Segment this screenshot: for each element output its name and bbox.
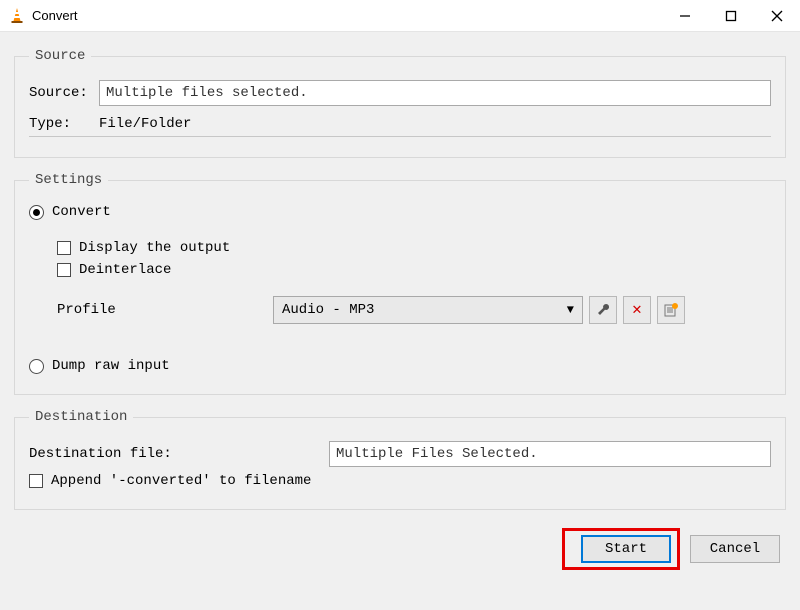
append-converted-label: Append '-converted' to filename	[51, 473, 311, 489]
titlebar: Convert	[0, 0, 800, 32]
destination-file-label: Destination file:	[29, 446, 329, 462]
maximize-icon	[725, 10, 737, 22]
type-value: File/Folder	[99, 116, 191, 132]
settings-group: Settings Convert Display the output Dein…	[14, 172, 786, 395]
deinterlace-row[interactable]: Deinterlace	[57, 262, 771, 278]
dialog-footer: Start Cancel	[14, 524, 786, 570]
destination-legend: Destination	[29, 409, 133, 425]
convert-radio-row[interactable]: Convert	[29, 204, 771, 220]
display-output-row[interactable]: Display the output	[57, 240, 771, 256]
close-button[interactable]	[754, 0, 800, 32]
maximize-button[interactable]	[708, 0, 754, 32]
start-button[interactable]: Start	[581, 535, 671, 563]
deinterlace-checkbox[interactable]	[57, 263, 71, 277]
window-title: Convert	[32, 8, 78, 23]
source-group: Source Source: Multiple files selected. …	[14, 48, 786, 158]
source-label: Source:	[29, 85, 99, 101]
cancel-button[interactable]: Cancel	[690, 535, 780, 563]
deinterlace-label: Deinterlace	[79, 262, 171, 278]
new-profile-button[interactable]	[657, 296, 685, 324]
start-button-highlight: Start	[562, 528, 680, 570]
chevron-down-icon: ▼	[567, 303, 574, 317]
source-input[interactable]: Multiple files selected.	[99, 80, 771, 106]
destination-file-input[interactable]: Multiple Files Selected.	[329, 441, 771, 467]
vlc-cone-icon	[8, 7, 26, 25]
settings-legend: Settings	[29, 172, 108, 188]
type-label: Type:	[29, 116, 99, 132]
delete-x-icon: ✕	[632, 302, 642, 318]
minimize-icon	[679, 10, 691, 22]
profile-selected: Audio - MP3	[282, 302, 374, 318]
dump-raw-radio[interactable]	[29, 359, 44, 374]
source-legend: Source	[29, 48, 91, 64]
display-output-checkbox[interactable]	[57, 241, 71, 255]
dump-raw-label: Dump raw input	[52, 358, 170, 374]
display-output-label: Display the output	[79, 240, 230, 256]
delete-profile-button[interactable]: ✕	[623, 296, 651, 324]
destination-group: Destination Destination file: Multiple F…	[14, 409, 786, 510]
profile-combobox[interactable]: Audio - MP3 ▼	[273, 296, 583, 324]
convert-label: Convert	[52, 204, 111, 220]
new-profile-icon	[663, 302, 679, 318]
wrench-icon	[595, 302, 611, 318]
convert-radio[interactable]	[29, 205, 44, 220]
minimize-button[interactable]	[662, 0, 708, 32]
edit-profile-button[interactable]	[589, 296, 617, 324]
dump-raw-row[interactable]: Dump raw input	[29, 358, 771, 374]
append-converted-checkbox[interactable]	[29, 474, 43, 488]
append-converted-row[interactable]: Append '-converted' to filename	[29, 473, 771, 489]
close-icon	[771, 10, 783, 22]
profile-label: Profile	[57, 302, 273, 318]
